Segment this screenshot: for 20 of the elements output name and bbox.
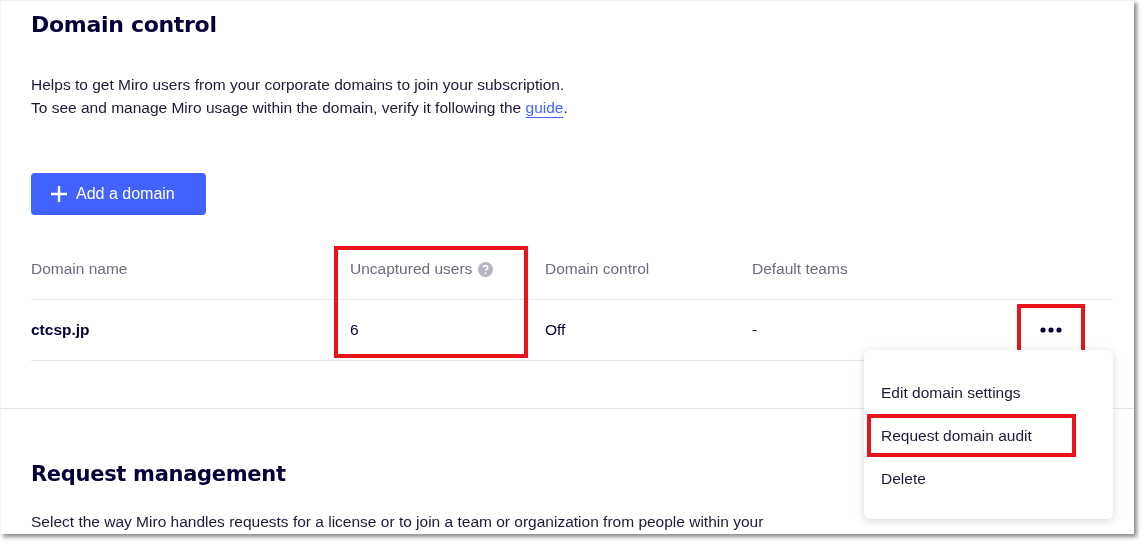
table-cell: Off	[545, 321, 566, 339]
description-text: To see and manage Miro usage within the domain, verify it following the guide.	[31, 98, 569, 118]
menu-item[interactable]: Edit domain settings	[867, 371, 1076, 414]
column-header: Domain name	[31, 260, 128, 278]
section-description: Select the way Miro handles requests for a license or to join a team or organization from people within your	[31, 513, 765, 531]
column-header: Domain control	[545, 260, 650, 278]
more-icon	[1040, 327, 1062, 333]
description-text: Helps to get Miro users from your corporate domains to join your subscription.	[31, 75, 566, 95]
plus-icon	[50, 185, 68, 203]
menu-item[interactable]: Request domain audit	[867, 414, 1076, 457]
section-title: Request management	[31, 461, 286, 487]
table-cell: 6	[350, 321, 359, 339]
domain-name: ctcsp.jp	[31, 321, 90, 339]
table-cell: -	[752, 321, 758, 339]
add-domain-button[interactable]: Add a domain	[31, 173, 206, 215]
menu-item[interactable]: Delete	[867, 457, 1076, 500]
guide-link[interactable]: guide	[525, 99, 564, 116]
column-header: Uncaptured users	[350, 260, 473, 278]
column-header: Default teams	[752, 260, 848, 278]
section-title: Domain control	[31, 11, 217, 39]
